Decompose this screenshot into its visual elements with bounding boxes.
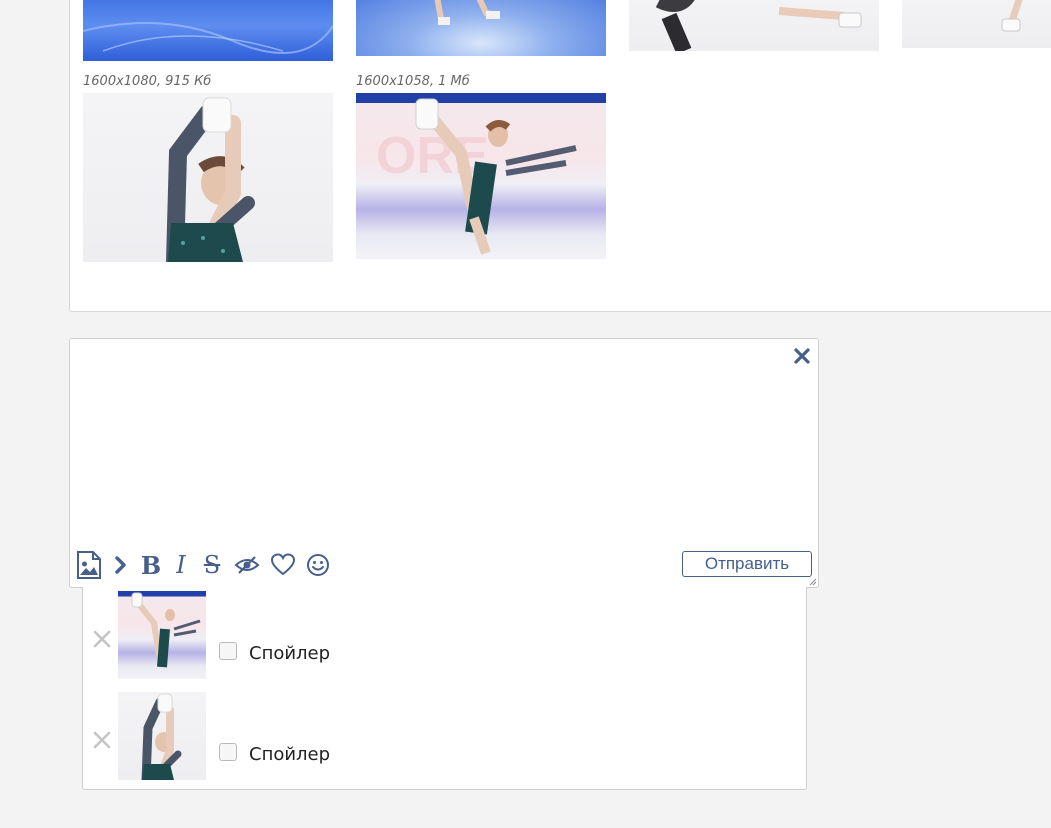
photo-gallery: 1600x1080, 915 Кб 1600x1058, 1 Мб ORE <box>69 0 1051 312</box>
attachment-thumbnail <box>118 591 206 679</box>
spoiler-label[interactable]: Спойлер <box>249 744 330 765</box>
photo-image: ORE <box>376 98 577 255</box>
spoiler-eye-icon <box>234 556 260 574</box>
attachment-item: Спойлер <box>83 688 806 780</box>
bold-icon: B <box>140 550 162 580</box>
italic-button[interactable]: I <box>172 551 190 579</box>
remove-attachment-icon[interactable] <box>92 629 112 649</box>
close-icon[interactable] <box>792 346 812 366</box>
attachment-thumbnail <box>118 692 206 780</box>
spoiler-checkbox[interactable] <box>219 642 237 660</box>
formatting-toolbar: B I S <box>76 550 340 580</box>
remove-attachment-icon[interactable] <box>92 730 112 750</box>
thumbnail-image <box>141 693 182 780</box>
spoiler-button[interactable] <box>234 551 260 579</box>
photo-image <box>434 0 500 25</box>
image-upload-button[interactable] <box>76 551 102 579</box>
photo-image <box>166 97 255 262</box>
bold-button[interactable]: B <box>140 550 162 580</box>
heart-icon <box>270 553 296 576</box>
comment-editor[interactable]: B I S Отправить <box>69 338 819 588</box>
photo-meta: 1600x1058, 1 Мб <box>356 74 470 89</box>
gallery-photo[interactable] <box>629 0 879 51</box>
quote-chevron-icon <box>115 556 126 574</box>
spoiler-checkbox[interactable] <box>219 743 237 761</box>
like-button[interactable] <box>270 551 296 579</box>
photo-meta: 1600x1080, 915 Кб <box>83 74 212 89</box>
photo-image <box>83 22 333 54</box>
image-upload-icon <box>77 551 101 579</box>
gallery-photo[interactable] <box>356 0 606 56</box>
send-button[interactable]: Отправить <box>682 551 812 577</box>
photo-image <box>1001 0 1023 32</box>
gallery-photo[interactable] <box>83 0 333 61</box>
gallery-photo[interactable] <box>83 93 333 262</box>
strikethrough-icon: S <box>203 551 221 579</box>
spoiler-label[interactable]: Спойлер <box>249 643 330 664</box>
strikethrough-button[interactable]: S <box>200 551 224 579</box>
italic-icon: I <box>176 551 186 579</box>
gallery-photo[interactable]: ORE <box>356 93 606 259</box>
quote-button[interactable] <box>112 551 130 579</box>
emoji-icon <box>307 554 329 576</box>
attachment-item: Спойлер <box>83 587 806 679</box>
photo-image <box>655 0 862 51</box>
emoji-button[interactable] <box>306 551 330 579</box>
gallery-photo[interactable] <box>902 0 1051 48</box>
resize-handle-icon[interactable] <box>809 578 817 586</box>
thumbnail-image <box>131 592 201 668</box>
attachments-panel: Спойлер Спойлер <box>82 587 807 790</box>
